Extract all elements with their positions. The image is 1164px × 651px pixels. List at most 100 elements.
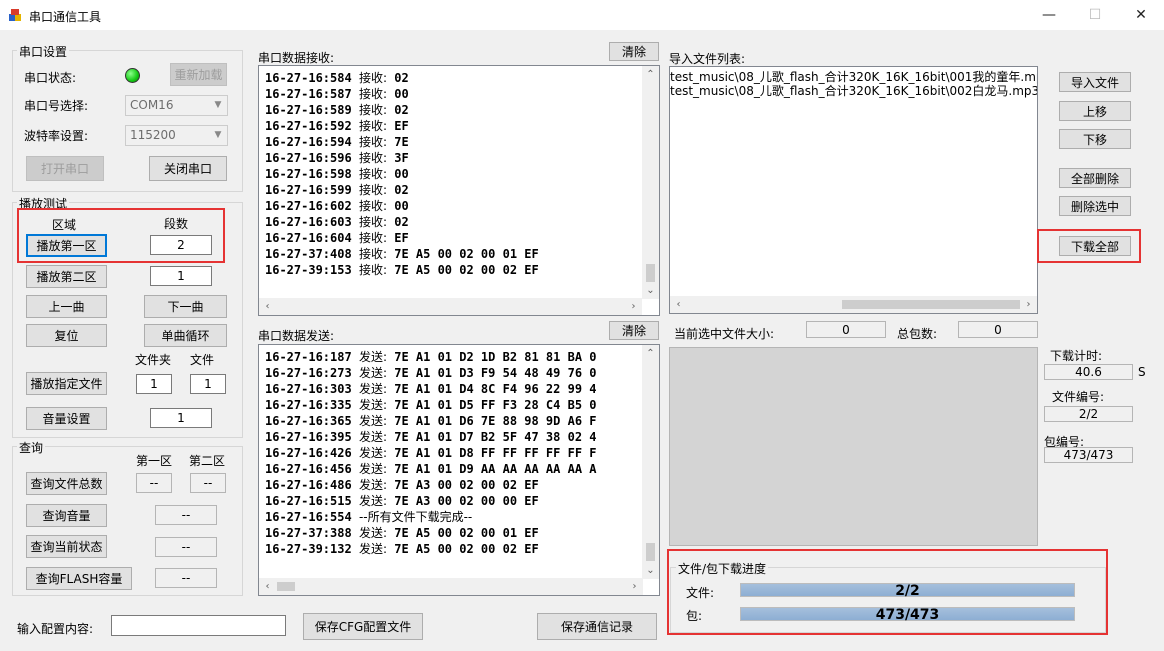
log-line: 16-27-16:592 接收: EF [265,118,539,134]
log-time: 16-27-37:408 [265,247,352,261]
baud-select[interactable]: 115200 ▼ [125,125,228,146]
open-port-button[interactable]: 打开串口 [26,156,104,181]
close-port-button[interactable]: 关闭串口 [149,156,227,181]
scroll-up-icon[interactable]: ⌃ [642,345,659,362]
scroll-down-icon[interactable]: ⌄ [642,562,659,579]
file-header: 文件 [190,353,215,367]
log-time: 16-27-16:589 [265,103,352,117]
file-list[interactable]: test_music\08_儿歌_flash_合计320K_16K_16bit\… [669,66,1038,314]
file-list-item[interactable]: test_music\08_儿歌_flash_合计320K_16K_16bit\… [670,84,1037,98]
scroll-thumb[interactable] [277,582,295,591]
receive-log[interactable]: 16-27-16:584 接收: 02 16-27-16:587 接收: 00 16… [258,65,660,316]
delete-selected-button[interactable]: 删除选中 [1059,196,1131,216]
log-time: 16-27-16:273 [265,366,352,380]
log-time: 16-27-16:187 [265,350,352,364]
scroll-left-icon[interactable]: ‹ [259,298,276,315]
receive-hscroll[interactable]: ‹ › [259,298,642,315]
chevron-down-icon: ▼ [214,130,222,140]
file-list-hscroll[interactable]: ‹ › [670,296,1037,313]
file-list-item[interactable]: test_music\08_儿歌_flash_合计320K_16K_16bit\… [670,70,1037,84]
log-data: 02 [394,71,409,85]
selected-size-label: 当前选中文件大小: [674,327,775,341]
serial-status-indicator [125,68,140,83]
scroll-right-icon[interactable]: › [625,298,642,315]
scroll-up-icon[interactable]: ⌃ [642,66,659,83]
log-line: 16-27-16:594 接收: 7E [265,134,539,150]
scroll-left-icon[interactable]: ‹ [259,578,276,595]
log-keyword: 接收: [358,103,387,117]
log-time: 16-27-16:554 [265,510,352,524]
save-cfg-button[interactable]: 保存CFG配置文件 [303,613,423,640]
reset-button[interactable]: 复位 [26,324,107,347]
query-zone1-header: 第一区 [136,454,173,468]
log-data: 02 [394,215,409,229]
delete-all-button[interactable]: 全部删除 [1059,168,1131,188]
log-time: 16-27-16:486 [265,478,352,492]
maximize-button[interactable]: ☐ [1072,0,1118,30]
baud-value: 115200 [130,128,176,142]
move-up-button[interactable]: 上移 [1059,101,1131,121]
log-time: 16-27-16:303 [265,382,352,396]
next-track-button[interactable]: 下一曲 [144,295,227,318]
log-data: 00 [394,199,409,213]
zone2-segment-input[interactable]: 1 [150,266,212,286]
send-vscroll[interactable]: ⌃ ⌄ [642,345,659,579]
baud-label: 波特率设置: [24,129,89,143]
close-button[interactable]: ✕ [1118,0,1164,30]
scroll-thumb[interactable] [646,264,655,282]
send-hscroll[interactable]: ‹ › [259,578,643,595]
scroll-left-icon[interactable]: ‹ [670,296,687,313]
log-data: 7E A5 00 02 00 01 EF [394,526,539,540]
query-volume-button[interactable]: 查询音量 [26,504,107,527]
log-keyword: 接收: [358,183,387,197]
log-keyword: 发送: [358,398,387,412]
query-flash-button[interactable]: 查询FLASH容量 [26,567,132,590]
query-status-button[interactable]: 查询当前状态 [26,535,107,558]
volume-set-button[interactable]: 音量设置 [26,407,107,430]
log-time: 16-27-16:456 [265,462,352,476]
scroll-thumb[interactable] [646,543,655,561]
log-keyword: 发送: [358,494,387,508]
scroll-thumb[interactable] [842,300,1020,309]
log-keyword: 发送: [358,366,387,380]
query-zone2-header: 第二区 [189,454,226,468]
port-select[interactable]: COM16 ▼ [125,95,228,116]
log-data: 7E A1 01 D3 F9 54 48 49 76 0 [394,366,597,380]
log-time: 16-27-16:596 [265,151,352,165]
prev-track-button[interactable]: 上一曲 [26,295,107,318]
single-loop-button[interactable]: 单曲循环 [144,324,227,347]
file-input[interactable]: 1 [190,374,226,394]
save-log-button[interactable]: 保存通信记录 [537,613,657,640]
move-down-button[interactable]: 下移 [1059,129,1131,149]
receive-title: 串口数据接收: [258,51,335,65]
play-specified-file-button[interactable]: 播放指定文件 [26,372,107,395]
reload-button[interactable]: 重新加载 [170,63,227,86]
import-files-button[interactable]: 导入文件 [1059,72,1131,92]
clear-send-button[interactable]: 清除 [609,321,659,340]
scroll-down-icon[interactable]: ⌄ [642,282,659,299]
log-line: 16-27-16:273 发送: 7E A1 01 D3 F9 54 48 49… [265,365,597,381]
config-input[interactable] [111,615,286,636]
volume-input[interactable]: 1 [150,408,212,428]
total-packets-value: 0 [958,321,1038,338]
log-time: 16-27-16:598 [265,167,352,181]
log-data: 7E A1 01 D7 B2 5F 47 38 02 4 [394,430,597,444]
log-data: 7E A1 01 D4 8C F4 96 22 99 4 [394,382,597,396]
receive-vscroll[interactable]: ⌃ ⌄ [642,66,659,299]
log-keyword: 接收: [358,87,387,101]
query-total-files-button[interactable]: 查询文件总数 [26,472,107,495]
minimize-button[interactable]: — [1026,0,1072,30]
scroll-right-icon[interactable]: › [626,578,643,595]
scroll-right-icon[interactable]: › [1020,296,1037,313]
log-keyword: 接收: [358,135,387,149]
folder-input[interactable]: 1 [136,374,172,394]
port-label: 串口号选择: [24,99,89,113]
send-log[interactable]: 16-27-16:187 发送: 7E A1 01 D2 1D B2 81 81… [258,344,660,596]
clear-receive-button[interactable]: 清除 [609,42,659,61]
log-data: 7E A1 01 D9 AA AA AA AA AA A [394,462,597,476]
highlight-zone-playback [17,208,225,263]
play-zone2-button[interactable]: 播放第二区 [26,265,107,288]
log-keyword: 发送: [358,462,387,476]
log-time: 16-27-16:604 [265,231,352,245]
log-line: 16-27-16:303 发送: 7E A1 01 D4 8C F4 96 22… [265,381,597,397]
